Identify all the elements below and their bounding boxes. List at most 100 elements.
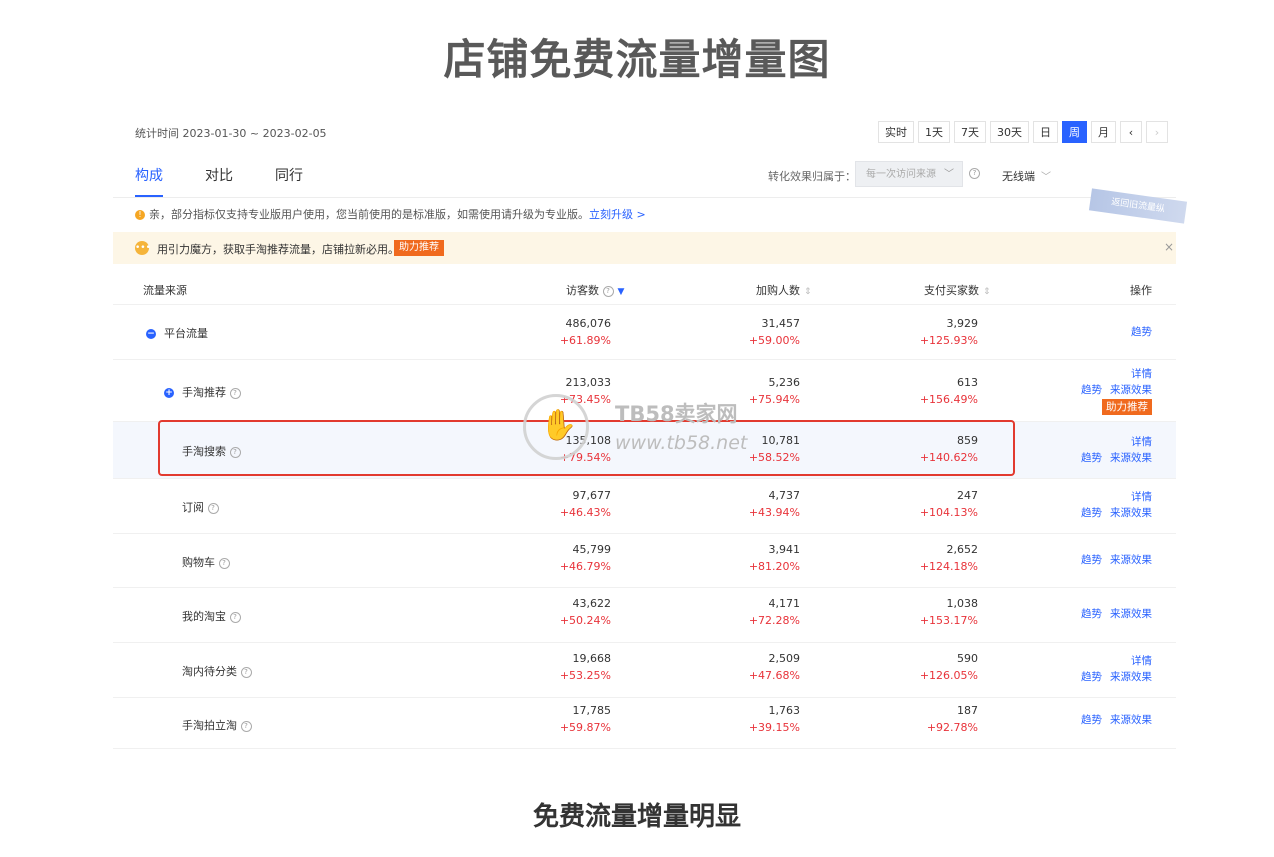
sort-desc-icon[interactable]: ▼ bbox=[618, 287, 625, 297]
visitors-cell: 17,785 +59.87% bbox=[559, 704, 611, 734]
visitors-cell: 213,033 +73.45% bbox=[559, 376, 611, 406]
source-effect-link[interactable]: 来源效果 bbox=[1110, 554, 1152, 566]
row-actions: 详情 趋势 来源效果 bbox=[1081, 653, 1152, 685]
trend-link[interactable]: 趋势 bbox=[1081, 452, 1102, 464]
detail-link[interactable]: 详情 bbox=[1131, 655, 1152, 667]
upgrade-link[interactable]: 立刻升级 > bbox=[589, 208, 646, 221]
range-day-button[interactable]: 日 bbox=[1033, 121, 1058, 143]
help-icon[interactable]: ? bbox=[240, 720, 252, 732]
col-cart[interactable]: 加购人数 ⇕ bbox=[756, 282, 812, 298]
buyers-cell: 590 +126.05% bbox=[919, 652, 978, 682]
row-source-name[interactable]: − 平台流量 bbox=[146, 325, 208, 341]
source-effect-link[interactable]: 来源效果 bbox=[1110, 452, 1152, 464]
row-actions: 趋势 来源效果 bbox=[1081, 712, 1152, 728]
collapse-icon[interactable]: − bbox=[146, 329, 156, 339]
row-source-name[interactable]: + 手淘推荐 ? bbox=[164, 384, 241, 400]
table-row: 手淘拍立淘 ? 17,785 +59.87% 1,763 +39.15% 187 +9… bbox=[113, 698, 1176, 749]
source-effect-link[interactable]: 来源效果 bbox=[1110, 671, 1152, 683]
help-icon[interactable]: ? bbox=[969, 168, 980, 179]
trend-link[interactable]: 趋势 bbox=[1081, 507, 1102, 519]
table-row: 我的淘宝 ? 43,622 +50.24% 4,171 +72.28% 1,038 +… bbox=[113, 588, 1176, 643]
close-icon[interactable]: × bbox=[1164, 240, 1174, 254]
trend-link[interactable]: 趋势 bbox=[1081, 384, 1102, 396]
source-effect-link[interactable]: 来源效果 bbox=[1110, 608, 1152, 620]
cart-cell: 31,457 +59.00% bbox=[748, 317, 800, 347]
col-visitors[interactable]: 访客数 ? ▼ bbox=[566, 282, 624, 298]
tab-composition[interactable]: 构成 bbox=[135, 165, 163, 185]
trend-link[interactable]: 趋势 bbox=[1081, 608, 1102, 620]
detail-link[interactable]: 详情 bbox=[1131, 368, 1152, 380]
source-effect-link[interactable]: 来源效果 bbox=[1110, 384, 1152, 396]
col-source: 流量来源 bbox=[143, 284, 187, 297]
assist-recommend-button[interactable]: 助力推荐 bbox=[1102, 399, 1152, 415]
range-7d-button[interactable]: 7天 bbox=[954, 121, 986, 143]
trend-link[interactable]: 趋势 bbox=[1081, 554, 1102, 566]
attribution-label: 转化效果归属于： bbox=[768, 170, 856, 183]
chevron-down-icon: ﹀ bbox=[1041, 172, 1051, 183]
cart-cell: 4,737 +43.94% bbox=[748, 489, 800, 519]
old-version-corner-banner[interactable]: 返回旧流量纵 bbox=[1088, 188, 1188, 224]
row-source-name[interactable]: 淘内待分类 ? bbox=[182, 663, 252, 679]
trend-link[interactable]: 趋势 bbox=[1131, 326, 1152, 338]
range-week-button[interactable]: 周 bbox=[1062, 121, 1087, 143]
tab-compare[interactable]: 对比 bbox=[205, 165, 233, 185]
table-row: 购物车 ? 45,799 +46.79% 3,941 +81.20% 2,652 +1… bbox=[113, 534, 1176, 588]
buyers-cell: 1,038 +153.17% bbox=[919, 597, 978, 627]
buyers-cell: 247 +104.13% bbox=[919, 489, 978, 519]
attribution-value: 每一次访问来源 bbox=[866, 169, 936, 180]
row-source-name[interactable]: 手淘拍立淘 ? bbox=[182, 717, 252, 733]
sort-icon[interactable]: ⇕ bbox=[983, 287, 991, 297]
row-actions: 详情 趋势 来源效果 助力推荐 bbox=[1081, 366, 1152, 415]
promo-text: 用引力魔方，获取手淘推荐流量，店铺拉新必用。 bbox=[157, 243, 399, 256]
detail-link[interactable]: 详情 bbox=[1131, 436, 1152, 448]
help-icon[interactable]: ? bbox=[229, 611, 241, 623]
attribution-select[interactable]: 每一次访问来源 ﹀ bbox=[855, 161, 963, 187]
table-row: + 手淘推荐 ? 213,033 +73.45% 5,236 +75.94% 613 +… bbox=[113, 360, 1176, 422]
trend-link[interactable]: 趋势 bbox=[1081, 671, 1102, 683]
table-row: 淘内待分类 ? 19,668 +53.25% 2,509 +47.68% 590 +1… bbox=[113, 643, 1176, 698]
help-icon[interactable]: ? bbox=[207, 502, 219, 514]
next-period-button[interactable]: › bbox=[1146, 121, 1168, 143]
col-ops: 操作 bbox=[1130, 284, 1152, 297]
row-actions: 详情 趋势 来源效果 bbox=[1081, 434, 1152, 466]
visitors-cell: 43,622 +50.24% bbox=[559, 597, 611, 627]
cart-cell: 1,763 +39.15% bbox=[748, 704, 800, 734]
row-actions: 详情 趋势 来源效果 bbox=[1081, 489, 1152, 521]
buyers-cell: 613 +156.49% bbox=[919, 376, 978, 406]
row-source-name[interactable]: 购物车 ? bbox=[182, 554, 230, 570]
table-header: 流量来源 访客数 ? ▼ 加购人数 ⇕ 支付买家数 ⇕ 操作 bbox=[113, 270, 1176, 305]
trend-link[interactable]: 趋势 bbox=[1081, 714, 1102, 726]
range-30d-button[interactable]: 30天 bbox=[990, 121, 1029, 143]
visitors-cell: 97,677 +46.43% bbox=[559, 489, 611, 519]
prev-period-button[interactable]: ‹ bbox=[1120, 121, 1142, 143]
range-month-button[interactable]: 月 bbox=[1091, 121, 1116, 143]
detail-link[interactable]: 详情 bbox=[1131, 491, 1152, 503]
info-icon: ! bbox=[135, 210, 145, 220]
help-icon[interactable]: ? bbox=[240, 666, 252, 678]
sort-icon[interactable]: ⇕ bbox=[804, 287, 812, 297]
help-icon[interactable]: ? bbox=[218, 557, 230, 569]
stat-range: 统计时间 2023-01-30 ~ 2023-02-05 bbox=[135, 127, 327, 140]
col-buyers[interactable]: 支付买家数 ⇕ bbox=[924, 282, 991, 298]
cart-cell: 3,941 +81.20% bbox=[748, 543, 800, 573]
range-selector: 实时 1天 7天 30天 日 周 月 ‹ › bbox=[878, 121, 1168, 143]
row-actions: 趋势 来源效果 bbox=[1081, 552, 1152, 568]
help-icon[interactable]: ? bbox=[602, 285, 614, 297]
row-source-name[interactable]: 订阅 ? bbox=[182, 499, 219, 515]
row-actions: 趋势 来源效果 bbox=[1081, 606, 1152, 622]
tab-bar: 构成 对比 同行 转化效果归属于： 每一次访问来源 ﹀ ? 无线端 ﹀ 返回旧流量… bbox=[113, 153, 1188, 224]
tab-underline bbox=[135, 195, 163, 197]
promo-cta-button[interactable]: 助力推荐 bbox=[394, 240, 444, 256]
source-effect-link[interactable]: 来源效果 bbox=[1110, 507, 1152, 519]
promo-banner: ••• 用引力魔方，获取手淘推荐流量，店铺拉新必用。 助力推荐 × bbox=[113, 232, 1176, 264]
tab-peers[interactable]: 同行 bbox=[275, 165, 303, 185]
expand-icon[interactable]: + bbox=[164, 388, 174, 398]
buyers-cell: 2,652 +124.18% bbox=[919, 543, 978, 573]
device-select[interactable]: 无线端 ﹀ bbox=[1002, 168, 1051, 184]
range-realtime-button[interactable]: 实时 bbox=[878, 121, 914, 143]
help-icon[interactable]: ? bbox=[229, 387, 241, 399]
row-source-name[interactable]: 我的淘宝 ? bbox=[182, 608, 241, 624]
source-effect-link[interactable]: 来源效果 bbox=[1110, 714, 1152, 726]
footer-caption: 免费流量增量明显 bbox=[532, 802, 741, 832]
range-1d-button[interactable]: 1天 bbox=[918, 121, 950, 143]
